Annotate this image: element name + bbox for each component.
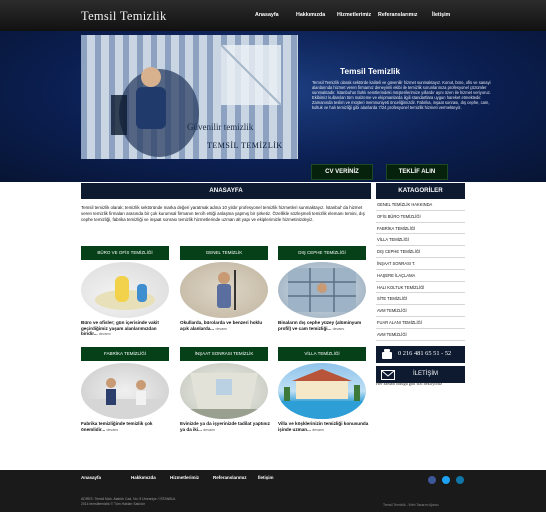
card-label-dis-cephe[interactable]: DIŞ CEPHE TEMİZLİĞİ [278,246,366,260]
category-item[interactable]: OFİS BÜRO TEMİZLİĞİ [376,211,465,223]
intro-text: Temsil temizlik olarak; temizlik sektörü… [81,205,365,222]
category-item[interactable]: İNŞAAT SONRASI T. [376,258,465,270]
contact-label: İLETİŞİM [413,371,439,377]
footer-credit[interactable]: Temsil Temizlik - Web Tasarım Ajansı [383,503,439,507]
category-item[interactable]: AVM TEMİZLİĞİ [376,329,465,341]
categories-list: GENEL TEMİZLİK HAKKINDA OFİS BÜRO TEMİZL… [376,199,465,341]
slide-caption: Güvenilir temizlik [187,122,254,132]
more-link[interactable]: devamı [312,428,324,432]
villa-pool-illustration [278,369,366,419]
more-link[interactable]: devamı [107,428,119,432]
sidebar-note: Her zaman olduğu gibi sizi bekliyoruz [376,381,442,386]
category-item[interactable]: VİLLA TEMİZLİĞİ [376,234,465,247]
main-nav: Anasayfa Hakkımızda Hizmetlerimiz Refera… [0,12,546,22]
category-item[interactable]: HAŞERE İLAÇLAMA [376,270,465,282]
category-item[interactable]: DIŞ CEPHE TEMİZLİĞİ [376,246,465,258]
phone-icon [382,349,392,359]
phone-number: 0 216 481 65 51 - 52 [398,350,452,357]
card-label-genel[interactable]: GENEL TEMİZLİK [180,246,268,260]
categories-heading: KATAGORİLER [376,183,465,199]
facebook-icon[interactable] [428,476,436,484]
more-link[interactable]: devamı [216,327,228,331]
footer-nav-referanslarimiz[interactable]: Referanslarımız [213,475,247,480]
hero-description: Temsil Temizlik olarak sektörde kaliteli… [312,80,491,111]
more-link[interactable]: devamı [333,327,345,331]
category-item[interactable]: GENEL TEMİZLİK HAKKINDA [376,199,465,211]
nav-hizmetlerimiz[interactable]: Hizmetlerimiz [337,12,371,18]
card-text-genel: Okullarda, bürolarda ve benzeri hoklu aç… [180,320,263,331]
slide-brand: TEMSİL TEMİZLİK [207,141,283,150]
card-label-insaat[interactable]: İNŞAAT SONRASI TEMİZLİK [180,347,268,361]
page-title: ANASAYFA [81,183,371,199]
card-image-dis-cephe[interactable] [278,262,366,318]
card-text-fabrika: Fabrika temizliğinde temizlik çok önemli… [81,421,153,432]
category-item[interactable]: FUAR ALANI TEMİZLİĞİ [376,317,465,329]
nav-iletisim[interactable]: İletişim [432,12,450,18]
footer-nav-anasayfa[interactable]: Anasayfa [81,475,101,480]
cleaning-gloves-illustration [95,276,155,310]
footer-copyright: ADRES: Temsil Mah. Atatürk Cad. No: 5 Üm… [81,497,341,506]
hero-slide-image[interactable]: Güvenilir temizlik TEMSİL TEMİZLİK [81,35,298,159]
card-label-villa[interactable]: VİLLA TEMİZLİĞİ [278,347,366,361]
more-link[interactable]: devamı [99,332,111,336]
cleaner-illustration [180,262,268,318]
nav-hakkimizda[interactable]: Hakkımızda [296,12,325,18]
card-image-genel[interactable] [180,262,268,318]
envelope-icon [381,370,395,380]
card-image-insaat[interactable] [180,363,268,419]
category-item[interactable]: FABRİKA TEMİZLİĞİ [376,223,465,235]
card-text-insaat: Evinizde ya da işyerinizde tadilat yaptı… [180,421,270,432]
card-text-dis-cephe: Binaların dış cephe yüzey (alüminyum pro… [278,320,362,331]
hero-banner: Güvenilir temizlik TEMSİL TEMİZLİK Temsi… [0,31,546,190]
hero-title: Temsil Temizlik [340,66,401,76]
twitter-icon[interactable] [442,476,450,484]
footer-rights: 2014 temsiltemizlik © Tüm Hakları Saklıd… [81,501,145,506]
teklif-button[interactable]: TEKLİF ALIN [386,164,448,180]
card-image-villa[interactable] [278,363,366,419]
category-item[interactable]: AVM TEMİZLİĞİ [376,305,465,317]
nav-anasayfa[interactable]: Anasayfa [255,12,279,18]
cv-button[interactable]: CV VERİNİZ [311,164,373,180]
linkedin-icon[interactable] [456,476,464,484]
category-item[interactable]: SİTE TEMİZLİĞİ [376,293,465,306]
nav-referanslarimiz[interactable]: Referanslarımız [378,12,417,18]
phone-box[interactable]: 0 216 481 65 51 - 52 [376,346,465,363]
card-text-buro: Büro ve ofisler; gün içerisinde vakit ge… [81,320,159,337]
card-label-buro[interactable]: BÜRO VE OFİS TEMİZLİĞİ [81,246,169,260]
card-label-fabrika[interactable]: FABRİKA TEMİZLİĞİ [81,347,169,361]
footer-nav-hakkimizda[interactable]: Hakkımızda [131,475,156,480]
empty-room-illustration [180,373,268,419]
more-link[interactable]: devamı [203,428,215,432]
category-item[interactable]: HALI KOLTUK TEMİZLİĞİ [376,282,465,294]
card-text-villa: Villa ve köşklerinizin temizliği konusun… [278,421,369,432]
factory-cleaning-illustration [81,378,169,419]
footer-nav-iletisim[interactable]: İletişim [258,475,274,480]
card-image-fabrika[interactable] [81,363,169,419]
building-window-illustration [288,268,356,312]
footer-nav-hizmetlerimiz[interactable]: Hizmetlerimiz [170,475,199,480]
card-image-buro[interactable] [81,262,169,318]
